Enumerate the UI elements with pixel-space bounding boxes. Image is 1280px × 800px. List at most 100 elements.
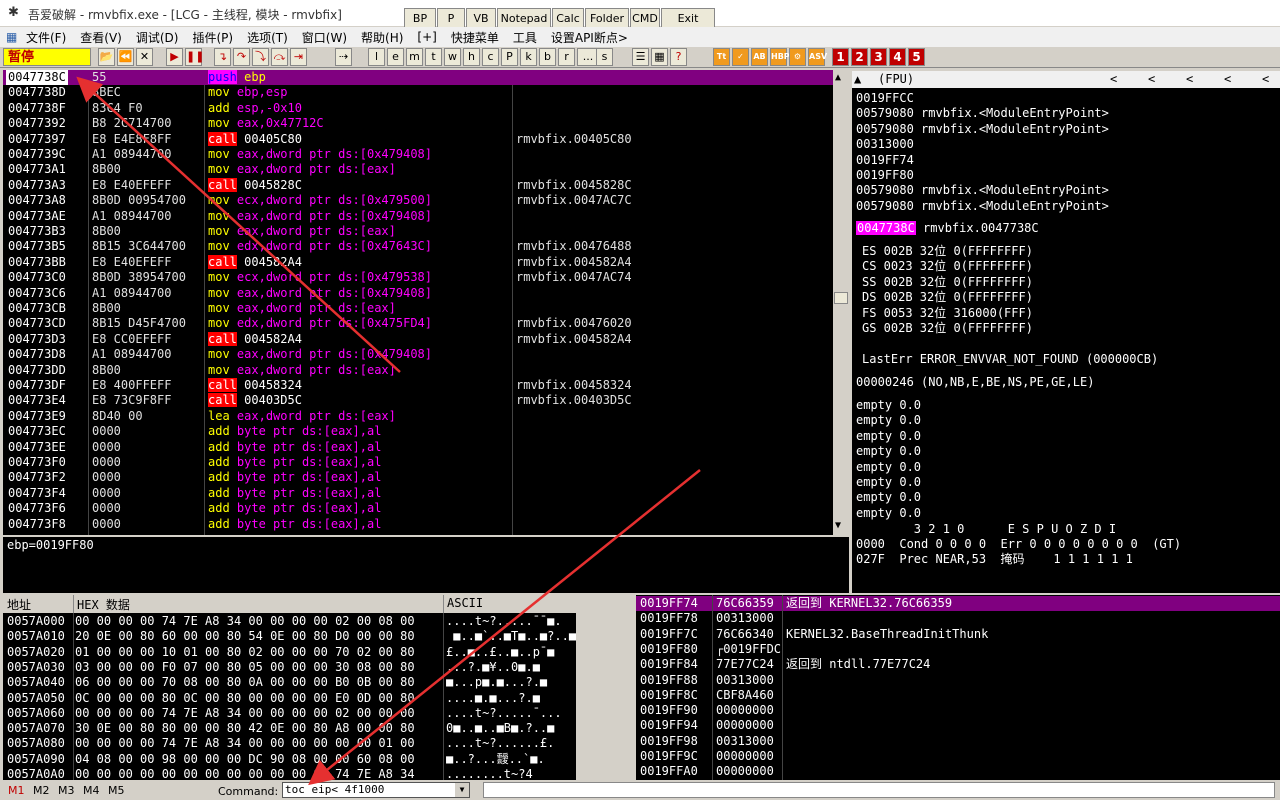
dump-scrollbar[interactable] xyxy=(576,613,633,780)
view-button-5[interactable]: h xyxy=(463,48,480,66)
quick-button-notepad[interactable]: Notepad xyxy=(497,8,551,29)
plugin-button-3[interactable]: HBP xyxy=(770,48,790,66)
memory-tab-m1[interactable]: M1 xyxy=(8,784,25,797)
view-button-6[interactable]: c xyxy=(482,48,499,66)
scroll-up-icon[interactable]: ▲ xyxy=(835,72,841,83)
run-icon[interactable]: ▶ xyxy=(166,48,183,66)
disasm-row[interactable]: 004773C0 8B0D 38954700 mov ecx,dword ptr d… xyxy=(3,270,833,285)
stack-row[interactable]: 0019FF84 77E77C24 返回到 ntdll.77E77C24 xyxy=(636,657,1280,672)
disasm-row[interactable]: 004773A8 8B0D 00954700 mov ecx,dword ptr d… xyxy=(3,193,833,208)
fpu-cond-line[interactable]: 0000 Cond 0 0 0 0 Err 0 0 0 0 0 0 0 0 (G… xyxy=(856,537,1181,552)
eflags-line[interactable]: 00000246 (NO,NB,E,BE,NS,PE,GE,LE) xyxy=(856,375,1094,390)
window-button-5[interactable]: 5 xyxy=(908,48,925,66)
disasm-row[interactable]: 004773D3 E8 CC0EFEFF call 004582A4 rmvbfix.… xyxy=(3,331,833,347)
disasm-row[interactable]: 004773B5 8B15 3C644700 mov edx,dword ptr d… xyxy=(3,239,833,254)
dump-col-hex[interactable]: HEX 数据 xyxy=(77,596,130,613)
scroll-up-icon[interactable]: ▲ xyxy=(854,71,861,88)
view-button-10[interactable]: r xyxy=(558,48,575,66)
rewind-icon[interactable]: ⏪ xyxy=(117,48,134,66)
segment-register[interactable]: CS 0023 32位 0(FFFFFFFF) xyxy=(862,259,1033,274)
disasm-row[interactable]: 004773C6 A1 08944700 mov eax,dword ptr ds:… xyxy=(3,286,833,301)
fpu-register[interactable]: empty 0.0 xyxy=(856,490,921,505)
stack-row[interactable]: 0019FF88 00313000 xyxy=(636,673,1280,688)
execute-till-return-icon[interactable]: ⇥ xyxy=(290,48,307,66)
disasm-row[interactable]: 00477392 B8 2C714700 mov eax,0x47712C xyxy=(3,116,833,131)
menu-item-2[interactable]: 调试(D) xyxy=(136,29,179,46)
trace-into-icon[interactable]: ⤵ xyxy=(252,48,269,66)
plugin-button-0[interactable]: Tt xyxy=(713,48,730,66)
stack-row[interactable]: 0019FF78 00313000 xyxy=(636,611,1280,626)
disasm-row[interactable]: 0047738D 8BEC mov ebp,esp xyxy=(3,85,833,100)
disasm-row[interactable]: 004773DF E8 400FFEFF call 00458324 rmvbfix.… xyxy=(3,378,833,393)
register-line[interactable]: 00579080 rmvbfix.<ModuleEntryPoint> xyxy=(856,183,1109,198)
plugin-button-2[interactable]: AB xyxy=(751,48,768,66)
menu-item-1[interactable]: 查看(V) xyxy=(80,29,122,46)
dump-row[interactable]: 0057A010 20 0E 00 80 60 00 00 80 54 0E 00… xyxy=(3,629,633,644)
disasm-row[interactable]: 004773B3 8B00 mov eax,dword ptr ds:[eax] xyxy=(3,224,833,239)
menu-item-8[interactable]: 快捷菜单 xyxy=(451,29,499,46)
register-line[interactable]: 0019FF80 xyxy=(856,168,914,183)
disassembly-scrollbar[interactable]: ▲ ▼ xyxy=(833,70,849,535)
register-line[interactable]: 0019FFCC xyxy=(856,91,914,106)
view-button-4[interactable]: w xyxy=(444,48,461,66)
fpu-register[interactable]: empty 0.0 xyxy=(856,413,921,428)
menu-item-10[interactable]: 设置API断点> xyxy=(551,29,628,46)
disasm-row[interactable]: 004773CB 8B00 mov eax,dword ptr ds:[eax] xyxy=(3,301,833,316)
window-button-2[interactable]: 2 xyxy=(851,48,868,66)
nav-left-icon[interactable]: < xyxy=(1186,71,1193,88)
goto-icon[interactable]: ⇢ xyxy=(335,48,352,66)
segment-register[interactable]: SS 002B 32位 0(FFFFFFFF) xyxy=(862,275,1033,290)
register-line[interactable]: 00579080 rmvbfix.<ModuleEntryPoint> xyxy=(856,122,1109,137)
view-button-9[interactable]: b xyxy=(539,48,556,66)
view-button-8[interactable]: k xyxy=(520,48,537,66)
lasterr-line[interactable]: LastErr ERROR_ENVVAR_NOT_FOUND (000000CB… xyxy=(862,352,1158,367)
step-over-icon[interactable]: ↷ xyxy=(233,48,250,66)
segment-register[interactable]: GS 002B 32位 0(FFFFFFFF) xyxy=(862,321,1033,336)
stack-row[interactable]: 0019FF8C CBF8A460 xyxy=(636,688,1280,703)
fpu-prec-line[interactable]: 027F Prec NEAR,53 掩码 1 1 1 1 1 1 xyxy=(856,552,1133,567)
disasm-row[interactable]: 0047738F 83C4 F0 add esp,-0x10 xyxy=(3,101,833,116)
dropdown-icon[interactable]: ▼ xyxy=(455,783,469,797)
stack-pane[interactable]: 0019FF74 76C66359 返回到 KERNEL32.76C66359 001… xyxy=(636,595,1280,780)
segment-register[interactable]: FS 0053 32位 316000(FFF) xyxy=(862,306,1033,321)
quick-button-folder[interactable]: Folder xyxy=(585,8,629,29)
disasm-row[interactable]: 004773A3 E8 E40EFEFF call 0045828C rmvbfix.… xyxy=(3,177,833,193)
stack-row[interactable]: 0019FF7C 76C66340 KERNEL32.BaseThreadInitT… xyxy=(636,627,1280,642)
fpu-register[interactable]: empty 0.0 xyxy=(856,506,921,521)
eip-line[interactable]: 0047738C rmvbfix.0047738C xyxy=(856,221,1039,236)
scroll-thumb[interactable] xyxy=(834,292,848,304)
register-line[interactable]: 00579080 rmvbfix.<ModuleEntryPoint> xyxy=(856,199,1109,214)
disassembly-pane[interactable]: 0047738C 55 push ebp 0047738D 8BEC mov ebp,es… xyxy=(3,70,833,535)
menu-item-7[interactable]: [+] xyxy=(417,30,436,44)
register-line[interactable]: 00313000 xyxy=(856,137,914,152)
view-button-7[interactable]: P xyxy=(501,48,518,66)
dump-row[interactable]: 0057A040 06 00 00 00 70 08 00 80 0A 00 00… xyxy=(3,675,633,690)
registers-pane[interactable]: 0019FFCC 00579080 rmvbfix.<ModuleEntryPoi… xyxy=(852,88,1280,593)
dump-row[interactable]: 0057A080 00 00 00 00 74 7E A8 34 00 00 00… xyxy=(3,736,633,751)
memory-tab-m5[interactable]: M5 xyxy=(108,784,125,797)
quick-button-vb[interactable]: VB xyxy=(466,8,496,29)
disasm-row[interactable]: 004773F8 0000 add byte ptr ds:[eax],al xyxy=(3,517,833,532)
quick-button-bp[interactable]: BP xyxy=(404,8,436,29)
dump-row[interactable]: 0057A000 00 00 00 00 74 7E A8 34 00 00 00… xyxy=(3,614,633,629)
plugin-button-4[interactable]: ⚙ xyxy=(789,48,806,66)
quick-button-calc[interactable]: Calc xyxy=(552,8,584,29)
disasm-row[interactable]: 004773D8 A1 08944700 mov eax,dword ptr ds:… xyxy=(3,347,833,362)
dump-row[interactable]: 0057A060 00 00 00 00 74 7E A8 34 00 00 00… xyxy=(3,706,633,721)
memory-tab-m2[interactable]: M2 xyxy=(33,784,50,797)
quick-button-exit[interactable]: Exit xyxy=(661,8,715,29)
menu-item-6[interactable]: 帮助(H) xyxy=(361,29,403,46)
view-button-0[interactable]: l xyxy=(368,48,385,66)
segment-register[interactable]: DS 002B 32位 0(FFFFFFFF) xyxy=(862,290,1033,305)
quick-button-p[interactable]: P xyxy=(437,8,465,29)
memory-dump-pane[interactable]: 地址 HEX 数据 ASCII 0057A000 00 00 00 00 74 7… xyxy=(3,595,633,780)
segment-register[interactable]: ES 002B 32位 0(FFFFFFFF) xyxy=(862,244,1033,259)
dump-row[interactable]: 0057A030 03 00 00 00 F0 07 00 80 05 00 00… xyxy=(3,660,633,675)
view-button-3[interactable]: t xyxy=(425,48,442,66)
view-button-2[interactable]: m xyxy=(406,48,423,66)
nav-left-icon[interactable]: < xyxy=(1224,71,1231,88)
pause-icon[interactable]: ❚❚ xyxy=(185,48,204,66)
disasm-row[interactable]: 004773EE 0000 add byte ptr ds:[eax],al xyxy=(3,440,833,455)
window-button-3[interactable]: 3 xyxy=(870,48,887,66)
fpu-register[interactable]: empty 0.0 xyxy=(856,460,921,475)
